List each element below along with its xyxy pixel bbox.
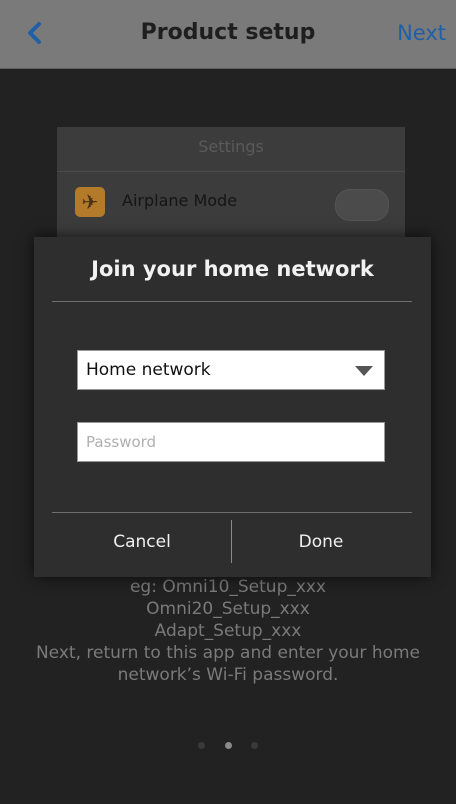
airplane-mode-label: Airplane Mode bbox=[122, 191, 238, 210]
page-dot bbox=[250, 742, 258, 749]
page-dot-active bbox=[224, 742, 232, 749]
dropdown-arrow-icon bbox=[355, 366, 373, 376]
airplane-mode-toggle bbox=[335, 189, 389, 221]
setup-instructions: eg: Omni10_Setup_xxx Omni20_Setup_xxx Ad… bbox=[0, 576, 456, 686]
network-select[interactable]: Home network bbox=[77, 350, 385, 390]
cancel-button[interactable]: Cancel bbox=[44, 518, 240, 566]
airplane-icon: ✈ bbox=[75, 187, 105, 217]
divider bbox=[57, 171, 405, 172]
network-select-value: Home network bbox=[86, 360, 211, 380]
next-button[interactable]: Next bbox=[397, 21, 446, 45]
dialog-divider bbox=[52, 512, 412, 513]
page-title: Product setup bbox=[140, 20, 316, 45]
page-indicator bbox=[0, 734, 456, 753]
settings-title: Settings bbox=[198, 137, 264, 156]
dialog-divider bbox=[52, 301, 412, 302]
instruction-line: eg: Omni10_Setup_xxx bbox=[129, 577, 327, 597]
instruction-line: Next, return to this app and enter your … bbox=[35, 643, 421, 663]
password-input[interactable] bbox=[77, 422, 385, 462]
instruction-line: Omni20_Setup_xxx bbox=[146, 599, 310, 619]
done-button[interactable]: Done bbox=[223, 518, 419, 566]
navigation-bar: Product setup Next bbox=[0, 0, 456, 69]
instruction-line: Adapt_Setup_xxx bbox=[154, 621, 302, 641]
instruction-line: network’s Wi-Fi password. bbox=[117, 665, 339, 685]
join-network-dialog: Join your home network Home network Canc… bbox=[34, 237, 431, 577]
dialog-title: Join your home network bbox=[91, 257, 374, 281]
page-dot bbox=[198, 742, 206, 749]
